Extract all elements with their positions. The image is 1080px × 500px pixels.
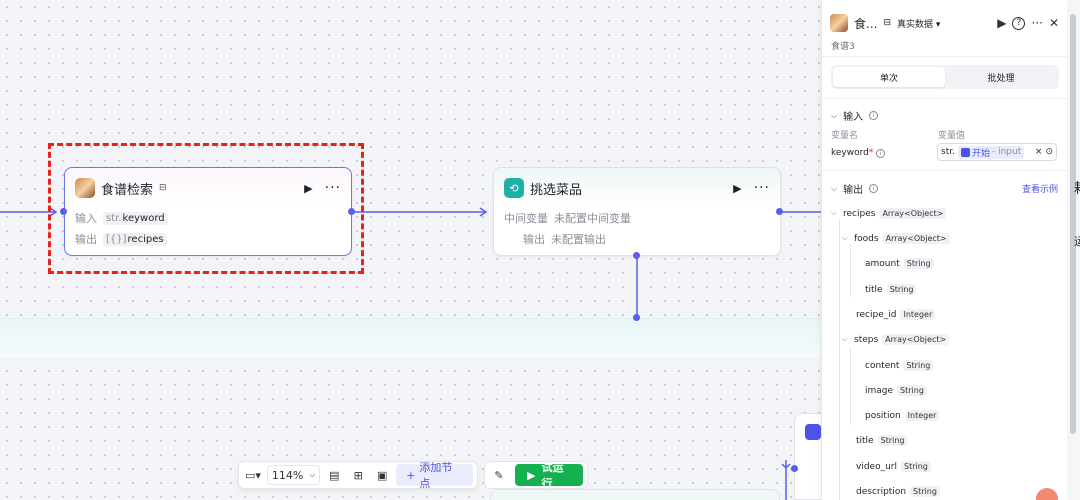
panel-title: 食... [854,16,878,31]
tree-node: recipe_id Integer [856,309,936,320]
info-icon: i [869,111,879,120]
pick-dishes-node[interactable]: ⟲ 挑选菜品 ▶ ··· 中间变量 未配置中间变量 输出 未配置输出 [493,167,781,256]
tree-node: title String [856,435,908,446]
panel-subtitle: 食谱3 [831,42,855,52]
close-icon[interactable]: ✕ [1049,16,1059,30]
more-icon[interactable]: ··· [754,181,770,195]
add-node-button[interactable]: + 添加节点 [396,461,473,490]
var-value-header: 变量值 [938,131,966,141]
partial-node[interactable] [490,489,780,500]
target-icon[interactable]: ⊙ [1045,147,1053,157]
node-icon [805,424,821,440]
run-toolbar: ✎ ▶ 试运行 [484,461,588,490]
loop-icon: ⟲ [504,178,524,198]
zoom-select[interactable]: 114% ⌵ [267,465,321,485]
offscreen-text: 耗 [1074,178,1080,198]
grid-icon[interactable]: ⊞ [348,465,368,485]
chevron-down-icon: ⌵ [831,209,837,217]
loop-top-handle[interactable] [633,252,640,259]
tree-node: title String [865,284,917,295]
tree-node[interactable]: ⌵ recipes Array<Object> [831,208,947,219]
minimap-icon[interactable]: ▭▾ [243,465,263,485]
mid-var-value: 未配置中间变量 [554,212,631,225]
var-ref-field[interactable]: str. 开始 - input × ⊙ [937,143,1057,161]
chevron-down-icon: ⌵ [831,110,838,120]
data-mode-select[interactable]: 真实数据 ▾ [897,17,940,30]
help-icon[interactable]: ? [1012,16,1026,30]
input-section[interactable]: ⌵ 输入 i [831,108,879,123]
comment-icon[interactable]: ▤ [324,465,344,485]
var-name-header: 变量名 [831,131,859,141]
canvas-toolbar: ▭▾ 114% ⌵ ▤ ⊞ ▣ + 添加节点 [238,461,478,490]
test-run-button[interactable]: ▶ 试运行 [515,461,583,490]
offscreen-text: 运 [1074,235,1080,248]
clear-icon[interactable]: × [1035,147,1043,157]
tree-node: image String [865,385,927,396]
chevron-down-icon: ⌵ [831,183,838,193]
selection-highlight [48,143,364,274]
output-handle[interactable] [776,208,783,215]
view-example-link[interactable]: 查看示例 [1022,182,1058,195]
start-node-icon [960,147,970,157]
loop-bottom-handle[interactable] [633,314,640,321]
tab-single[interactable]: 单次 [833,67,945,87]
tree-node[interactable]: ⌵ steps Array<Object> [842,334,950,345]
recipe-avatar-icon [830,14,848,32]
output-label: 输出 [523,233,545,246]
play-icon[interactable]: ▶ [997,16,1006,30]
scrollbar-thumb[interactable] [1070,14,1076,434]
tool-icon[interactable]: ✎ [489,465,509,485]
tree-node: description String [856,486,940,497]
tree-node[interactable]: ⌵ foods Array<Object> [842,233,950,244]
test-run-panel: 食... ⊟ 真实数据 ▾ ▶ ? ··· ✕ 食谱3 单次 批处理 ⌵ 输入 … [821,0,1067,500]
input-handle[interactable] [791,465,798,472]
play-icon[interactable]: ▶ [733,182,741,195]
output-section[interactable]: ⌵ 输出 i [831,181,879,196]
map-icon[interactable]: ▣ [372,465,392,485]
chevron-down-icon: ⌵ [842,335,848,343]
node-title: 挑选菜品 [530,182,583,198]
tree-node: video_url String [856,461,931,472]
data-icon: ⊟ [883,18,891,28]
info-icon: i [876,148,886,158]
tree-node: amount String [865,258,934,269]
output-value: 未配置输出 [551,233,606,246]
more-icon[interactable]: ··· [1031,16,1042,30]
tab-batch[interactable]: 批处理 [945,67,1057,87]
tree-node: position Integer [865,410,940,421]
info-icon: i [869,184,879,193]
run-mode-tabs: 单次 批处理 [831,65,1059,89]
mid-var-label: 中间变量 [504,212,548,225]
chevron-down-icon: ⌵ [842,234,848,242]
tree-node: content String [865,360,934,371]
